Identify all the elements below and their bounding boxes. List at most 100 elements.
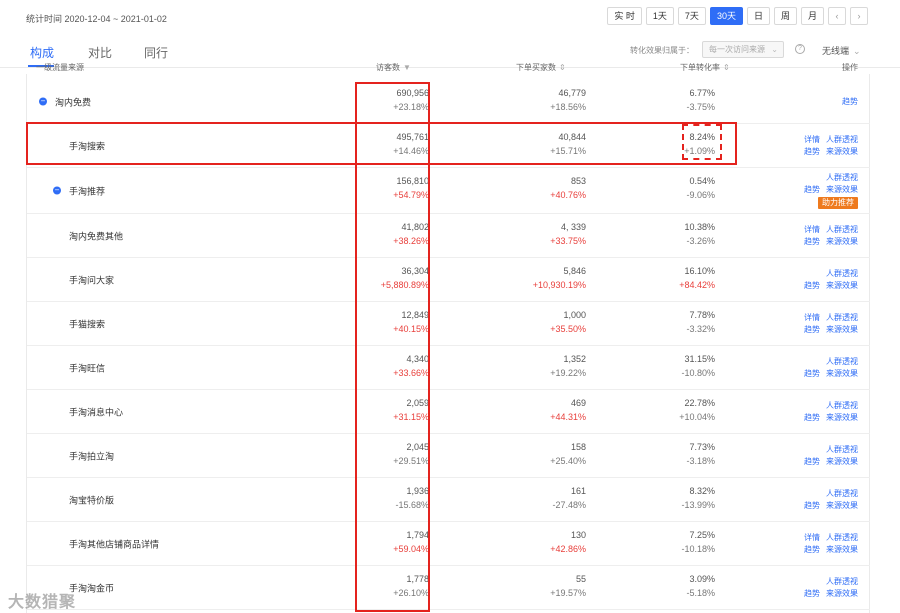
period-selector: 实 时 1天 7天 30天 日 周 月 ‹ › <box>607 7 868 25</box>
tab-peers[interactable]: 同行 <box>144 44 168 61</box>
action-link[interactable]: 人群透视 <box>826 489 858 498</box>
action-link[interactable]: 人群透视 <box>826 401 858 410</box>
tab-composition[interactable]: 构成 <box>30 44 54 61</box>
period-7day-button[interactable]: 7天 <box>677 7 706 25</box>
action-link[interactable]: 详情 <box>804 533 820 542</box>
row-source-label: 手淘其他店铺商品详情 <box>69 539 160 549</box>
action-line: 人群透视 <box>798 488 858 500</box>
action-link[interactable]: 人群透视 <box>826 533 858 542</box>
action-link[interactable]: 人群透视 <box>826 269 858 278</box>
action-link[interactable]: 来源效果 <box>826 545 858 554</box>
period-day-button[interactable]: 日 <box>746 7 770 25</box>
action-line: 人群透视 <box>798 576 858 588</box>
prev-arrow-icon[interactable]: ‹ <box>828 7 846 25</box>
action-link[interactable]: 来源效果 <box>826 281 858 290</box>
attribution-select[interactable]: 每一次访问来源 ⌄ <box>702 41 784 58</box>
action-line: 详情 人群透视 <box>798 134 858 146</box>
action-link[interactable]: 人群透视 <box>826 135 858 144</box>
action-link[interactable]: 趋势 <box>804 237 820 246</box>
action-link[interactable]: 来源效果 <box>826 237 858 246</box>
column-header-buyers[interactable]: 下单买家数 ⇕ <box>516 62 566 74</box>
action-link[interactable]: 来源效果 <box>826 413 858 422</box>
visitors-cell-value: 4,340 <box>406 354 429 364</box>
action-link[interactable]: 趋势 <box>804 325 820 334</box>
action-link[interactable]: 来源效果 <box>826 369 858 378</box>
action-link[interactable]: 趋势 <box>804 185 820 194</box>
period-realtime-button[interactable]: 实 时 <box>607 7 642 25</box>
conversion-cell-change: -3.75% <box>686 102 715 112</box>
action-link[interactable]: 趋势 <box>804 457 820 466</box>
visitors-cell: 36,304 +5,880.89% <box>381 264 429 292</box>
action-link[interactable]: 来源效果 <box>826 589 858 598</box>
buyers-cell-change: +25.40% <box>550 456 586 466</box>
action-link[interactable]: 详情 <box>804 313 820 322</box>
conversion-cell-change: +10.04% <box>679 412 715 422</box>
table-row: 手淘消息中心 2,059 +31.15% 469 +44.31% 22.78% +10.04… <box>27 390 870 434</box>
visitors-cell: 156,810 +54.79% <box>393 174 429 202</box>
conversion-cell-change: -10.18% <box>681 544 715 554</box>
action-link[interactable]: 趋势 <box>804 147 820 156</box>
conversion-cell-change: -3.18% <box>686 456 715 466</box>
row-source-name: − 淘内免费 <box>39 95 91 108</box>
action-link[interactable]: 来源效果 <box>826 325 858 334</box>
period-30day-button[interactable]: 30天 <box>709 7 743 25</box>
visitors-cell-change: +23.18% <box>393 102 429 112</box>
conversion-cell: 7.73% -3.18% <box>686 440 715 468</box>
column-header-conversion[interactable]: 下单转化率 ⇕ <box>680 62 730 74</box>
action-link[interactable]: 人群透视 <box>826 173 858 182</box>
period-month-button[interactable]: 月 <box>800 7 824 25</box>
next-arrow-icon[interactable]: › <box>850 7 868 25</box>
action-link[interactable]: 详情 <box>804 135 820 144</box>
visitors-cell-change: +14.46% <box>393 146 429 156</box>
action-line: 人群透视 <box>798 268 858 280</box>
action-link[interactable]: 人群透视 <box>826 445 858 454</box>
action-link[interactable]: 趋势 <box>804 281 820 290</box>
device-mode-select[interactable]: 无线端 ⌄ <box>822 44 861 57</box>
conversion-cell-change: +1.09% <box>684 146 715 156</box>
sort-icon[interactable]: ⇕ <box>559 63 566 72</box>
action-link[interactable]: 来源效果 <box>826 501 858 510</box>
action-link[interactable]: 趋势 <box>804 413 820 422</box>
help-icon[interactable]: ? <box>795 44 805 54</box>
row-actions: 人群透视 趋势 来源效果 <box>798 268 858 292</box>
action-link[interactable]: 人群透视 <box>826 357 858 366</box>
chevron-down-icon: ⌄ <box>853 46 861 56</box>
row-source-label: 淘内免费 <box>55 97 92 107</box>
buyers-cell-value: 158 <box>570 442 586 452</box>
action-link[interactable]: 来源效果 <box>826 185 858 194</box>
table-row: − 手淘推荐 156,810 +54.79% 853 +40.76% 0.54% -9.06%… <box>27 168 870 214</box>
buyers-cell-change: +15.71% <box>550 146 586 156</box>
action-line: 趋势 来源效果 <box>798 456 858 468</box>
action-line: 趋势 来源效果 <box>798 184 858 196</box>
conversion-cell-value: 31.15% <box>684 354 715 364</box>
action-link[interactable]: 详情 <box>804 225 820 234</box>
conversion-cell: 10.38% -3.26% <box>684 220 715 248</box>
action-link[interactable]: 趋势 <box>804 369 820 378</box>
collapse-icon[interactable]: − <box>39 97 47 106</box>
action-link[interactable]: 人群透视 <box>826 225 858 234</box>
action-link[interactable]: 来源效果 <box>826 457 858 466</box>
visitors-cell-change: +38.26% <box>393 236 429 246</box>
visitors-cell-change: +29.51% <box>393 456 429 466</box>
action-link[interactable]: 趋势 <box>804 589 820 598</box>
sort-desc-icon[interactable]: ▼ <box>403 63 411 72</box>
action-link[interactable]: 趋势 <box>842 97 858 106</box>
action-link[interactable]: 人群透视 <box>826 577 858 586</box>
sort-icon[interactable]: ⇕ <box>723 63 730 72</box>
column-header-visitors[interactable]: 访客数 ▼ <box>376 62 411 74</box>
table-row: 淘内免费其他 41,802 +38.26% 4, 339 +33.75% 10.38% -3… <box>27 214 870 258</box>
boost-recommend-badge[interactable]: 助力推荐 <box>818 197 858 209</box>
table-row: 手淘搜索 495,761 +14.46% 40,844 +15.71% 8.24% +1.0… <box>27 124 870 168</box>
action-link[interactable]: 人群透视 <box>826 313 858 322</box>
tab-compare[interactable]: 对比 <box>88 44 112 61</box>
action-link[interactable]: 来源效果 <box>826 147 858 156</box>
period-1day-button[interactable]: 1天 <box>645 7 674 25</box>
action-link[interactable]: 趋势 <box>804 545 820 554</box>
row-actions: 人群透视 趋势 来源效果 助力推荐 <box>798 172 858 209</box>
conversion-cell-value: 7.25% <box>689 530 715 540</box>
action-link[interactable]: 趋势 <box>804 501 820 510</box>
row-source-label: 手淘消息中心 <box>69 407 124 417</box>
conversion-cell-change: +84.42% <box>679 280 715 290</box>
period-week-button[interactable]: 周 <box>773 7 797 25</box>
collapse-icon[interactable]: − <box>53 186 61 195</box>
